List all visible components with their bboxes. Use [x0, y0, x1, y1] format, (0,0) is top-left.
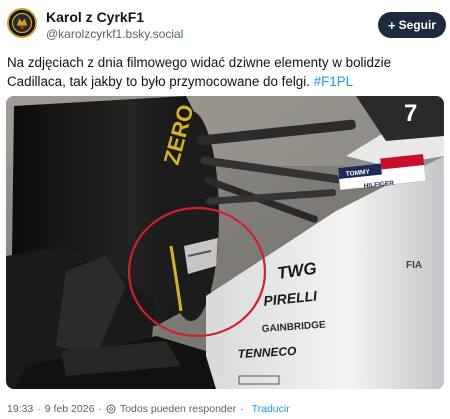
footer-separator-2: · — [98, 403, 102, 415]
avatar[interactable] — [7, 8, 37, 38]
sponsor-fia: FIA — [406, 260, 422, 271]
author-handle[interactable]: @karolzcyrkf1.bsky.social — [46, 26, 183, 42]
car-number: 7 — [404, 100, 417, 127]
hashtag-link[interactable]: #F1PL — [314, 74, 353, 89]
post-text: Na zdjęciach z dnia filmowego widać dziw… — [7, 53, 443, 91]
post-date[interactable]: 9 feb 2026 — [45, 403, 95, 415]
plus-icon: + — [388, 17, 396, 33]
post: Karol z CyrkF1 @karolzcyrkf1.bsky.social… — [0, 0, 450, 419]
translate-link[interactable]: Traducir — [252, 403, 290, 415]
author-name[interactable]: Karol z CyrkF1 — [46, 9, 183, 26]
follow-button-label: Seguir — [398, 18, 436, 32]
reply-setting-label: Todos pueden responder — [119, 403, 237, 415]
post-image[interactable]: ZERO 7 TOMMY HILFIGER TWG PIRELLI GAINBR… — [6, 96, 444, 389]
footer-separator: · — [37, 403, 41, 415]
car-photo: ZERO 7 TOMMY HILFIGER TWG PIRELLI GAINBR… — [6, 96, 444, 389]
post-footer: 19:33 · 9 feb 2026 · Todos pueden respon… — [7, 403, 290, 415]
author-block: Karol z CyrkF1 @karolzcyrkf1.bsky.social — [46, 9, 183, 42]
reply-settings-icon — [106, 404, 116, 414]
avatar-logo-icon — [9, 10, 35, 36]
footer-separator-3: · — [240, 403, 244, 415]
follow-button[interactable]: + Seguir — [378, 12, 446, 38]
post-time[interactable]: 19:33 — [7, 403, 33, 415]
